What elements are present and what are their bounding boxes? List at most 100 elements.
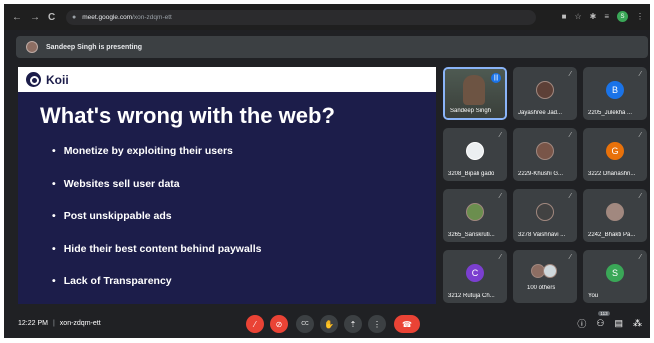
participant-tile[interactable]: ⁄ G 3222 Dhanashri...	[583, 128, 647, 181]
mic-toggle-button[interactable]: ⁄	[246, 315, 264, 333]
koii-logo-icon	[26, 72, 41, 87]
slide-bullet: Post unskippable ads	[52, 210, 261, 243]
captions-button[interactable]: CC	[296, 315, 314, 333]
meet-window: ← → C ● meet.google.com/xon-zdqm-ett ■ ☆…	[4, 4, 650, 338]
slide-bullet: Websites sell user data	[52, 178, 261, 211]
activities-icon[interactable]: ⁂	[633, 318, 642, 329]
browser-nav: ← → C	[4, 12, 55, 23]
meeting-controls-bar: 12:22 PM | xon-zdqm-ett ⁄ ⊘ CC ✋ ⇡ ⋮ ☎ ⓘ…	[4, 311, 650, 338]
avatar-initial: C	[466, 264, 484, 282]
avatar-initial: S	[606, 264, 624, 282]
slide-brand: Koii	[46, 72, 69, 87]
chat-icon[interactable]: ▤	[614, 318, 623, 329]
avatar-photo	[466, 203, 484, 221]
participant-name: 3222 Dhanashri...	[588, 171, 636, 177]
mic-off-icon: ⁄	[569, 193, 571, 200]
media-icon[interactable]: ≡	[604, 12, 609, 21]
meeting-code: xon-zdqm-ett	[59, 320, 101, 327]
info-icon[interactable]: ⓘ	[577, 317, 586, 330]
participant-name: 3278 Vaishnavi ...	[518, 232, 566, 238]
mic-off-icon: ⁄	[639, 193, 641, 200]
participant-tile[interactable]: ⁄ 3208_Bipali gado	[443, 128, 507, 181]
slide-header: Koii	[18, 67, 436, 92]
mic-off-icon: ⁄	[569, 254, 571, 261]
others-tile[interactable]: ⁄ 100 others	[513, 250, 577, 303]
hand-icon: ✋	[324, 319, 334, 329]
avatar-initial: B	[606, 81, 624, 99]
browser-toolbar: ← → C ● meet.google.com/xon-zdqm-ett ■ ☆…	[4, 4, 650, 30]
avatar-photo	[543, 264, 557, 278]
avatar-photo	[466, 142, 484, 160]
mic-off-icon: ⁄	[639, 254, 641, 261]
camera-icon[interactable]: ■	[562, 12, 567, 21]
speaking-indicator-icon: |||	[491, 73, 501, 83]
participant-tile[interactable]: ⁄ 2229-Khushi G...	[513, 128, 577, 181]
url-host: meet.google.com	[82, 14, 133, 21]
lock-icon: ●	[72, 14, 77, 21]
participant-name: You	[588, 293, 599, 299]
menu-icon[interactable]: ⋮	[636, 12, 644, 21]
present-button[interactable]: ⇡	[344, 315, 362, 333]
captions-icon: CC	[301, 321, 309, 327]
participant-name: Jayashree Jad...	[518, 110, 563, 116]
mic-off-icon: ⁄	[569, 71, 571, 78]
avatar-photo	[606, 203, 624, 221]
back-icon[interactable]: ←	[12, 12, 22, 23]
reload-icon[interactable]: C	[48, 12, 55, 23]
slide-bullet: Hide their best content behind paywalls	[52, 243, 262, 276]
slide-title: What's wrong with the web?	[40, 103, 335, 128]
leave-call-button[interactable]: ☎	[394, 315, 420, 333]
participant-name: Sandeep Singh	[450, 108, 492, 114]
extensions-icon[interactable]: ✱	[590, 12, 597, 21]
participant-name: 2229-Khushi G...	[518, 171, 564, 177]
more-options-button[interactable]: ⋮	[368, 315, 386, 333]
presenting-banner: Sandeep Singh is presenting	[16, 36, 648, 58]
browser-actions: ■ ☆ ✱ ≡ S ⋮	[562, 11, 644, 22]
participant-tile[interactable]: ⁄ B 2205_Julekha ...	[583, 67, 647, 120]
mic-off-icon: ⁄	[254, 319, 256, 329]
avatar-photo	[536, 142, 554, 160]
avatar-photo	[536, 203, 554, 221]
participant-name: 3208_Bipali gado	[448, 171, 495, 177]
participant-tile[interactable]: ||| Sandeep Singh	[443, 67, 507, 120]
forward-icon[interactable]: →	[30, 12, 40, 23]
participant-tile[interactable]: ⁄ Jayashree Jad...	[513, 67, 577, 120]
participant-tile[interactable]: ⁄ 3265_Sanskruti...	[443, 189, 507, 242]
address-bar[interactable]: ● meet.google.com/xon-zdqm-ett	[66, 10, 536, 25]
participant-tile[interactable]: ⁄ 2242_Bhakti Pa...	[583, 189, 647, 242]
mic-off-icon: ⁄	[499, 193, 501, 200]
people-button[interactable]: 113 ⚇	[596, 311, 610, 329]
presentation-slide: Koii What's wrong with the web? Monetize…	[18, 67, 436, 304]
participant-name: 2205_Julekha ...	[588, 110, 633, 116]
meeting-time: 12:22 PM	[18, 320, 48, 327]
avatar-initial: G	[606, 142, 624, 160]
camera-off-icon: ⊘	[275, 319, 283, 329]
camera-toggle-button[interactable]: ⊘	[270, 315, 288, 333]
profile-avatar[interactable]: S	[617, 11, 628, 22]
mic-off-icon: ⁄	[499, 132, 501, 139]
url-text: meet.google.com/xon-zdqm-ett	[82, 14, 172, 21]
star-icon[interactable]: ☆	[574, 12, 581, 21]
participant-name: 100 others	[527, 285, 556, 291]
speaker-silhouette	[463, 75, 485, 105]
people-icon: ⚇	[596, 318, 605, 328]
url-path: /xon-zdqm-ett	[132, 14, 172, 21]
presenting-text: Sandeep Singh is presenting	[46, 43, 143, 51]
mic-off-icon: ⁄	[639, 71, 641, 78]
presenter-avatar	[26, 41, 38, 53]
hang-up-icon: ☎	[402, 319, 412, 329]
participant-tile[interactable]: ⁄ S You	[583, 250, 647, 303]
slide-bullets: Monetize by exploiting their users Websi…	[52, 145, 262, 304]
avatar-photo	[536, 81, 554, 99]
participant-tile[interactable]: ⁄ 3278 Vaishnavi ...	[513, 189, 577, 242]
present-icon: ⇡	[349, 319, 357, 329]
meeting-details: 12:22 PM | xon-zdqm-ett	[18, 320, 101, 327]
slide-bullet: Monetize by exploiting their users	[52, 145, 261, 178]
raise-hand-button[interactable]: ✋	[320, 315, 338, 333]
participant-name: 3265_Sanskruti...	[448, 232, 495, 238]
slide-bullet: Lack of Transparency	[52, 275, 261, 304]
mic-off-icon: ⁄	[499, 254, 501, 261]
participant-tile[interactable]: ⁄ C 3212 Rutuja Ch...	[443, 250, 507, 303]
side-panel-buttons: ⓘ 113 ⚇ ▤ ⁂	[577, 311, 642, 330]
separator: |	[52, 320, 55, 327]
